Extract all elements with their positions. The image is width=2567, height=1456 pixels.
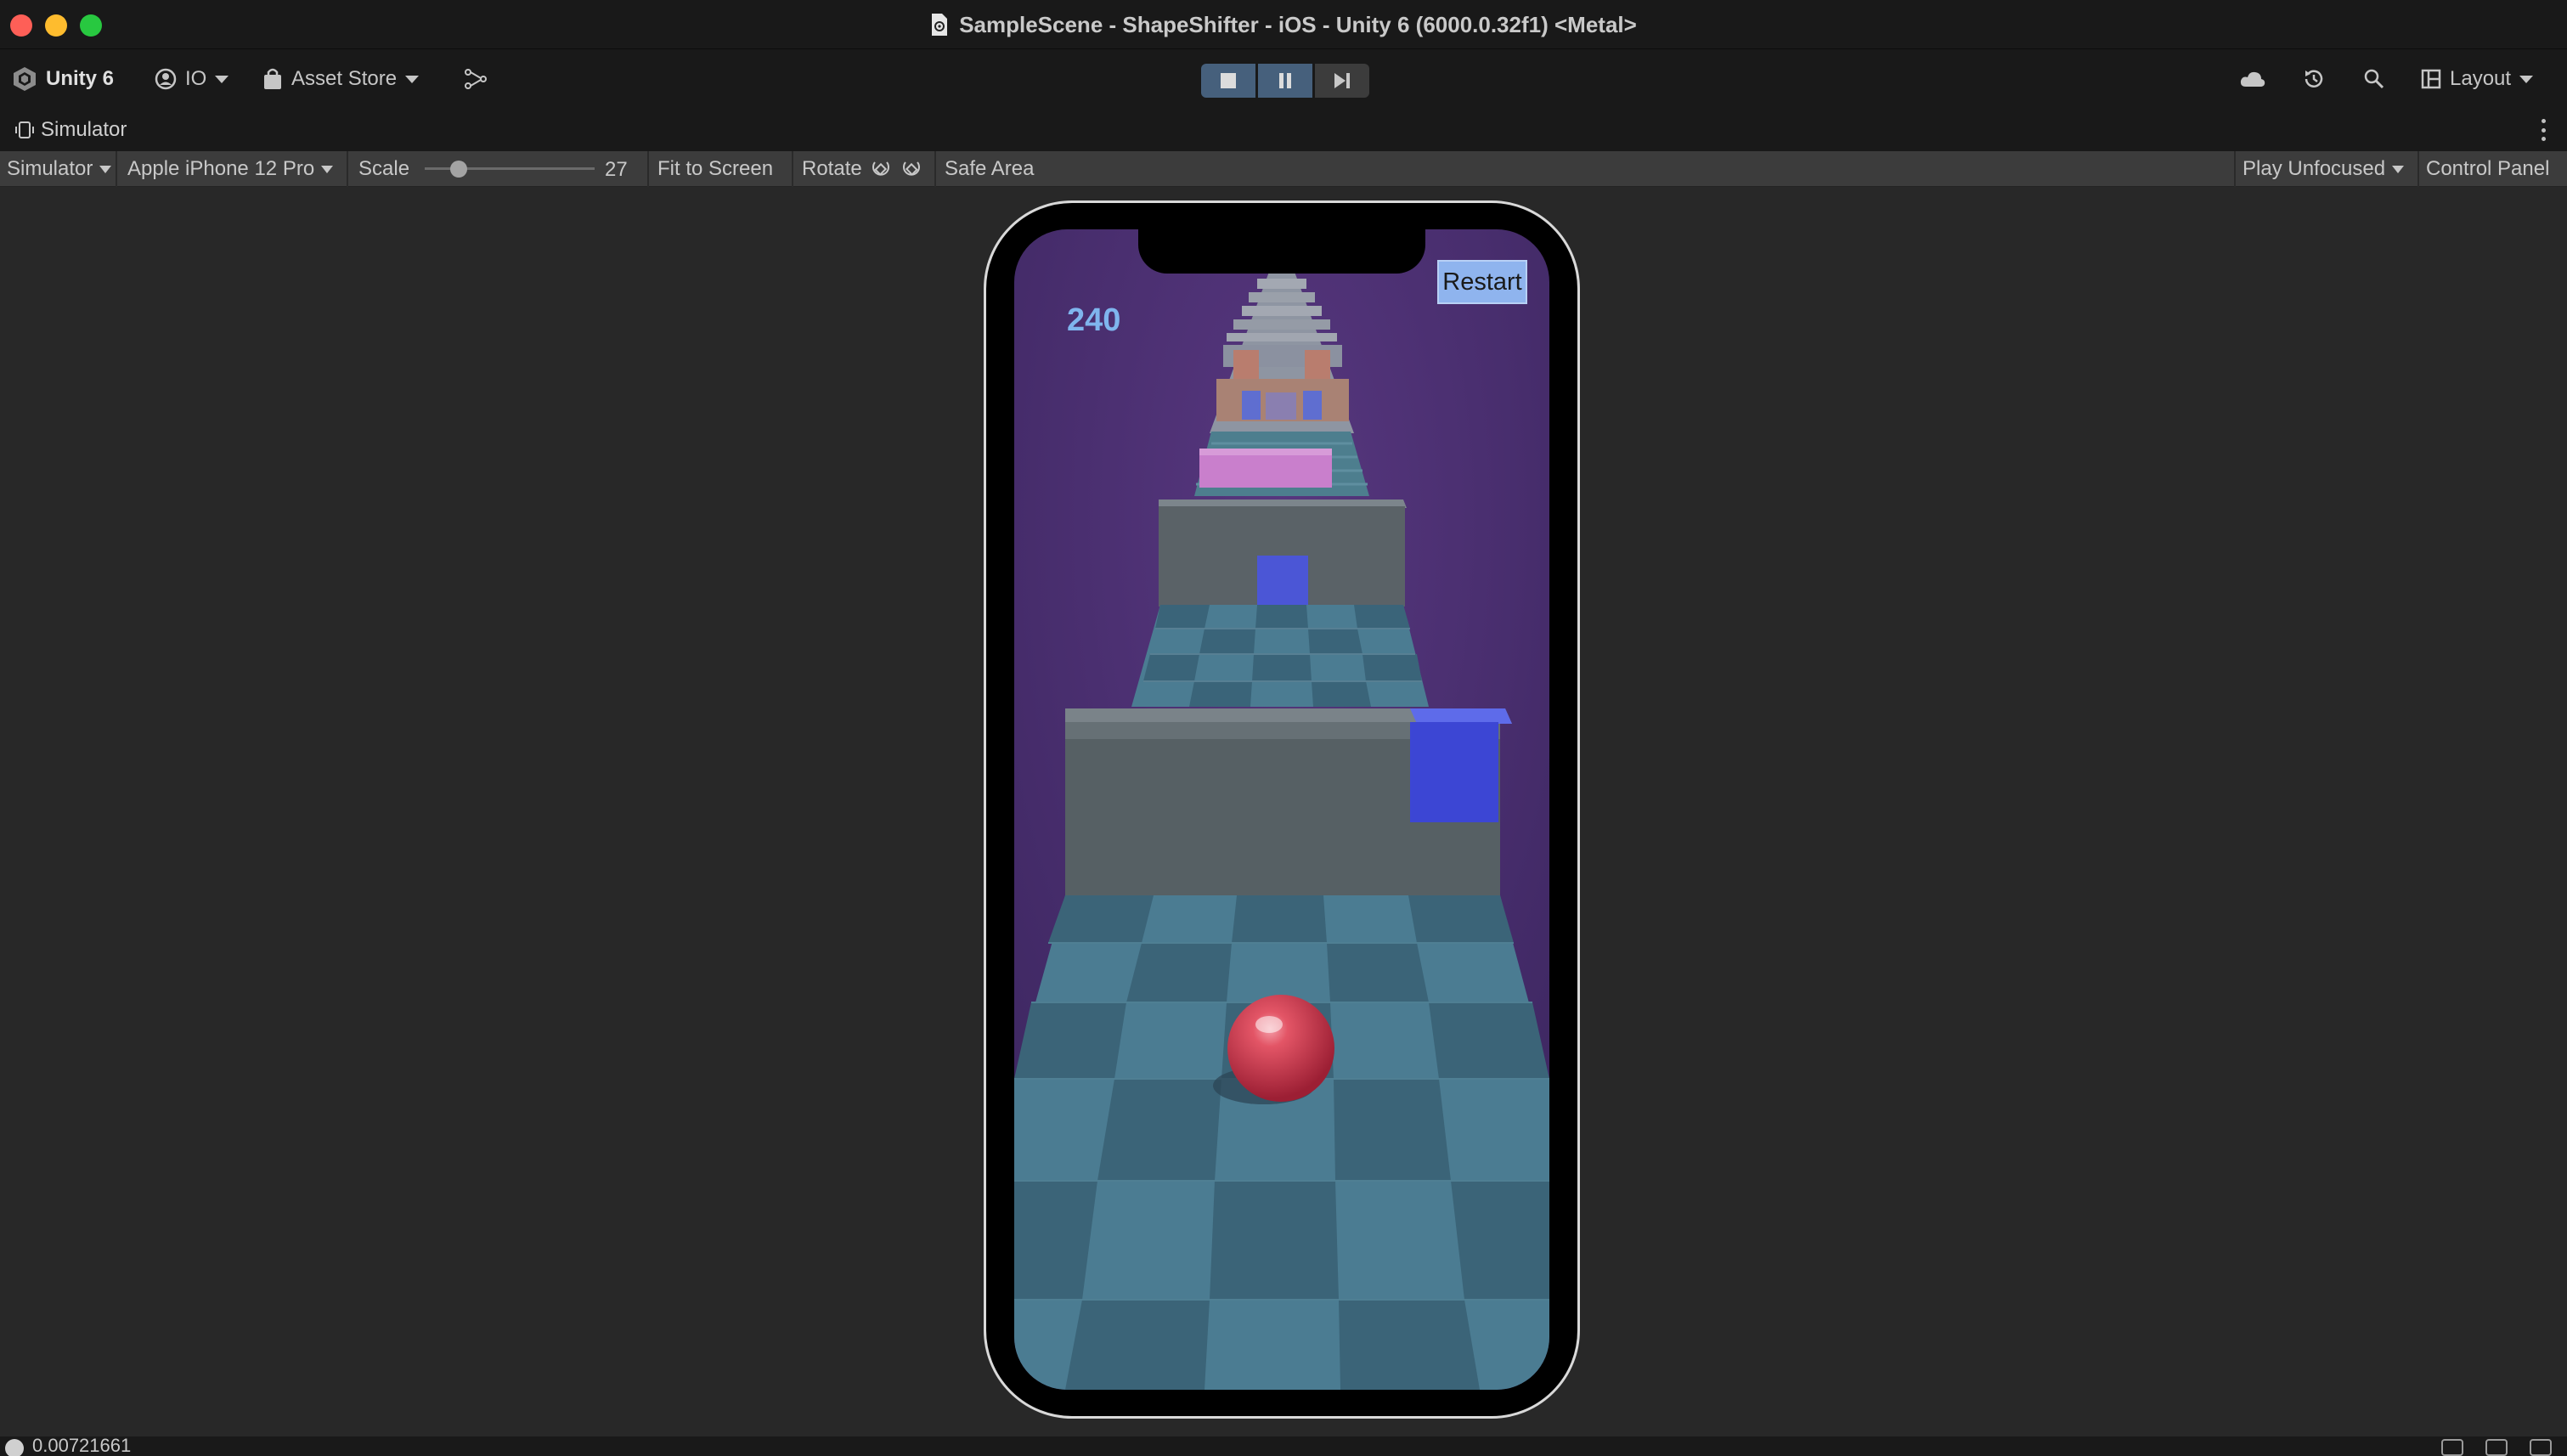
game-scene xyxy=(1014,229,1549,1390)
asset-store-dropdown[interactable]: Asset Store xyxy=(262,65,420,93)
unity-scene-file-icon xyxy=(932,14,948,36)
restart-button[interactable]: Restart xyxy=(1437,260,1527,304)
search-button[interactable] xyxy=(2363,65,2385,93)
simulator-toolbar: Simulator Apple iPhone 12 Pro Scale 27 F… xyxy=(0,151,2567,187)
fit-to-screen-label: Fit to Screen xyxy=(657,157,774,180)
panel-menu-icon[interactable] xyxy=(2542,119,2547,141)
score-label: 240 xyxy=(1067,302,1121,338)
unity-version-label: Unity 6 xyxy=(46,67,115,90)
progress-icon[interactable] xyxy=(2530,1439,2552,1456)
asset-store-label: Asset Store xyxy=(291,67,398,90)
view-mode-dropdown[interactable]: Simulator xyxy=(0,151,117,187)
rotate-right-icon[interactable] xyxy=(900,158,923,180)
play-mode-label: Play Unfocused xyxy=(2243,157,2386,180)
window-title-group: SampleScene - ShapeShifter - iOS - Unity… xyxy=(0,10,2567,39)
rotate-label: Rotate xyxy=(802,157,862,180)
status-icons xyxy=(2441,1439,2552,1456)
fit-to-screen-button[interactable]: Fit to Screen xyxy=(651,151,793,187)
chevron-down-icon xyxy=(321,165,334,173)
network-icon[interactable] xyxy=(2485,1439,2508,1456)
pink-block xyxy=(1199,454,1332,488)
view-mode-label: Simulator xyxy=(7,157,93,180)
safe-area-label: Safe Area xyxy=(945,157,1035,180)
device-dropdown[interactable]: Apple iPhone 12 Pro xyxy=(121,151,348,187)
unity-menu-button[interactable]: Unity 6 xyxy=(12,65,114,93)
chevron-down-icon xyxy=(2519,75,2534,83)
panel-tab-bar: Simulator xyxy=(0,109,2567,151)
scale-slider-knob[interactable] xyxy=(450,161,467,178)
simulator-icon xyxy=(15,121,34,138)
account-label: IO xyxy=(185,67,207,90)
account-icon xyxy=(155,68,177,90)
tab-simulator[interactable]: Simulator xyxy=(0,109,144,151)
debug-icon[interactable] xyxy=(2441,1439,2463,1456)
blue-block xyxy=(1410,722,1498,822)
history-icon xyxy=(2305,70,2323,87)
version-control-button[interactable] xyxy=(464,65,488,93)
step-icon xyxy=(1334,73,1350,88)
control-panel-button[interactable]: Control Panel xyxy=(2417,151,2556,187)
status-message[interactable]: 0.00721661 xyxy=(32,1435,131,1456)
cloud-icon xyxy=(2240,71,2265,87)
info-icon xyxy=(5,1439,24,1456)
pause-button[interactable] xyxy=(1258,64,1312,98)
scale-label: Scale xyxy=(358,157,410,180)
history-button[interactable] xyxy=(2302,65,2326,93)
play-controls xyxy=(1201,64,1369,98)
window-title: SampleScene - ShapeShifter - iOS - Unity… xyxy=(959,11,1637,37)
stop-button[interactable] xyxy=(1201,64,1255,98)
asset-store-icon xyxy=(264,68,281,89)
chevron-down-icon xyxy=(405,75,420,83)
chevron-down-icon xyxy=(2392,165,2405,173)
version-control-icon xyxy=(465,69,487,89)
layout-icon xyxy=(2421,69,2441,89)
pause-icon xyxy=(1279,73,1291,88)
stop-icon xyxy=(1221,73,1236,88)
main-toolbar: Unity 6 IO Asset Store Layout xyxy=(0,49,2567,109)
tab-label: Simulator xyxy=(41,118,127,141)
account-dropdown[interactable]: IO xyxy=(155,65,229,93)
status-bar: 0.00721661 xyxy=(0,1435,2567,1456)
scale-value[interactable]: 27 xyxy=(605,158,628,182)
layout-label: Layout xyxy=(2450,67,2512,90)
blue-block-gap xyxy=(1257,556,1308,605)
search-icon xyxy=(2364,69,2384,89)
play-mode-dropdown[interactable]: Play Unfocused xyxy=(2234,151,2416,187)
control-panel-label: Control Panel xyxy=(2426,157,2550,180)
chevron-down-icon xyxy=(215,75,229,83)
device-notch xyxy=(1138,229,1425,274)
layout-dropdown[interactable]: Layout xyxy=(2421,65,2534,93)
title-bar: SampleScene - ShapeShifter - iOS - Unity… xyxy=(0,0,2567,49)
scale-control: Scale 27 xyxy=(352,151,649,187)
unity-logo-icon xyxy=(14,67,36,91)
cloud-button[interactable] xyxy=(2239,65,2266,93)
game-screen[interactable]: 240 Restart xyxy=(1014,229,1549,1390)
step-button[interactable] xyxy=(1315,64,1369,98)
player-ball xyxy=(1227,995,1334,1102)
safe-area-toggle[interactable]: Safe Area xyxy=(938,151,1041,187)
rotate-control: Rotate xyxy=(795,151,936,187)
chevron-down-icon xyxy=(99,165,112,173)
device-label: Apple iPhone 12 Pro xyxy=(127,157,315,180)
rotate-left-icon[interactable] xyxy=(869,158,893,180)
